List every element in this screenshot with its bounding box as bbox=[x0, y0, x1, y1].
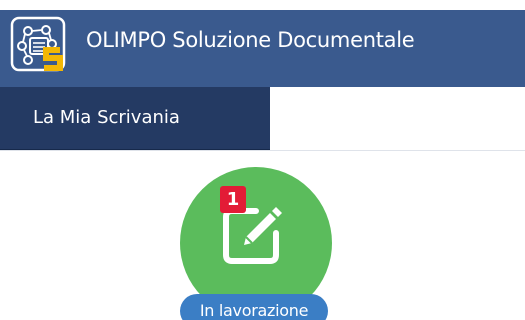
app-header: OLIMPO Soluzione Documentale bbox=[0, 0, 525, 87]
page: OLIMPO Soluzione Documentale La Mia Scri… bbox=[0, 0, 525, 320]
olimpo-logo-icon[interactable] bbox=[10, 16, 80, 76]
status-label[interactable]: In lavorazione bbox=[180, 294, 328, 320]
tab-la-mia-scrivania[interactable]: La Mia Scrivania bbox=[0, 87, 270, 150]
tab-label: La Mia Scrivania bbox=[33, 107, 180, 128]
app-title: OLIMPO Soluzione Documentale bbox=[86, 28, 415, 52]
nav-bar: La Mia Scrivania bbox=[0, 87, 525, 151]
count-badge: 1 bbox=[220, 186, 246, 213]
desk-content: 1 In lavorazione bbox=[0, 151, 525, 320]
task-tile-in-lavorazione[interactable]: 1 In lavorazione bbox=[180, 167, 340, 320]
header-top-strip bbox=[0, 0, 525, 10]
